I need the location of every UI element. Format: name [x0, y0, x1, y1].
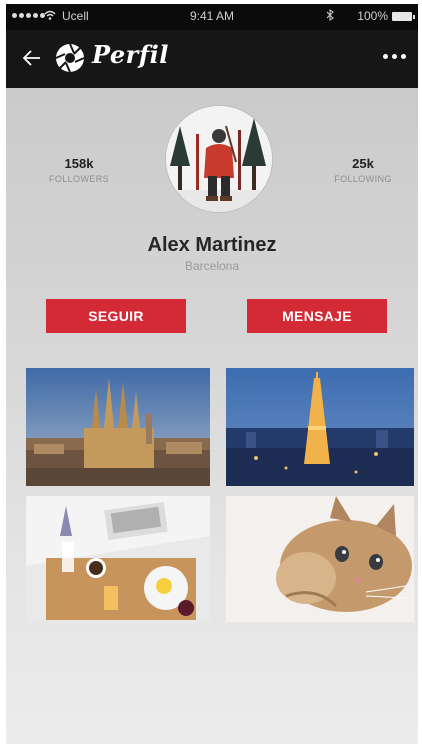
breakfast-image — [26, 496, 210, 622]
profile-screen: Ucell 9:41 AM 100% Perfil 158k FOLLOWERS… — [6, 4, 418, 744]
gallery-photo-sagrada-familia[interactable] — [26, 368, 210, 486]
followers-label: FOLLOWERS — [48, 174, 110, 184]
eiffel-tower-image — [226, 368, 414, 486]
profile-name: Alex Martinez — [147, 234, 277, 256]
battery-percentage: 100% — [357, 9, 388, 23]
arrow-left-icon[interactable] — [20, 46, 44, 70]
following-stat[interactable]: 25k FOLLOWING — [308, 156, 418, 184]
gallery-photo-kitten[interactable] — [226, 496, 414, 622]
avatar[interactable] — [166, 106, 272, 212]
following-count: 25k — [352, 156, 374, 171]
following-label: FOLLOWING — [334, 174, 392, 184]
profile-location: Barcelona — [184, 259, 240, 273]
page-title: Perfil — [92, 40, 169, 69]
status-time: 9:41 AM — [189, 9, 235, 23]
bluetooth-icon — [326, 9, 334, 21]
message-button[interactable]: MENSAJE — [247, 299, 387, 333]
more-horizontal-icon[interactable] — [379, 50, 410, 63]
status-bar: Ucell 9:41 AM 100% — [6, 4, 418, 30]
avatar-illustration — [166, 106, 272, 212]
followers-count: 158k — [64, 156, 94, 171]
kitten-image — [226, 496, 414, 622]
battery-icon — [392, 12, 415, 21]
gallery-photo-breakfast-tray[interactable] — [26, 496, 210, 622]
gallery-photo-eiffel-tower-night[interactable] — [226, 368, 414, 486]
navigation-bar: Perfil — [6, 30, 418, 88]
camera-aperture-icon — [55, 43, 85, 73]
followers-stat[interactable]: 158k FOLLOWERS — [24, 156, 134, 184]
sagrada-familia-image — [26, 368, 210, 486]
follow-button[interactable]: SEGUIR — [46, 299, 186, 333]
